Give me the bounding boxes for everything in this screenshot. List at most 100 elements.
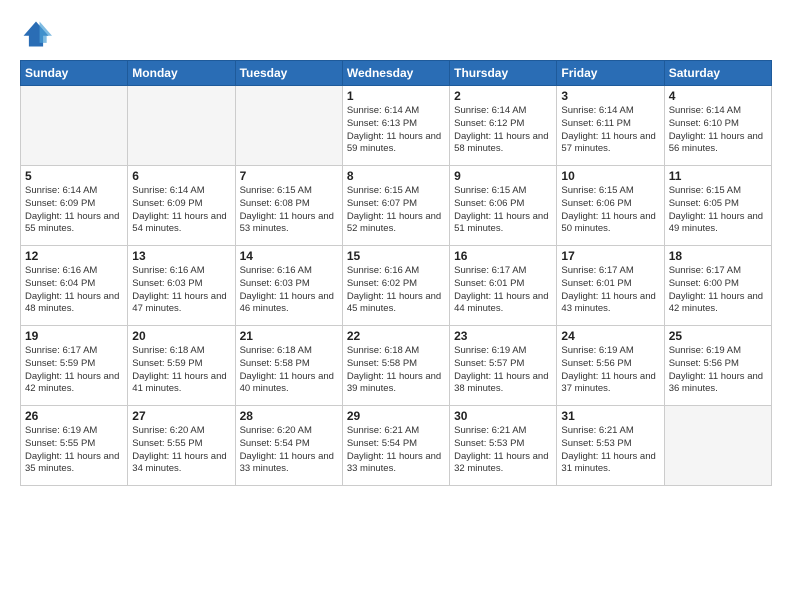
- page: SundayMondayTuesdayWednesdayThursdayFrid…: [0, 0, 792, 612]
- day-number: 16: [454, 249, 552, 263]
- calendar: SundayMondayTuesdayWednesdayThursdayFrid…: [20, 60, 772, 486]
- day-info: Sunrise: 6:14 AMSunset: 6:12 PMDaylight:…: [454, 105, 552, 156]
- day-number: 4: [669, 89, 767, 103]
- empty-cell: [21, 86, 128, 166]
- day-number: 3: [561, 89, 659, 103]
- weekday-header-row: SundayMondayTuesdayWednesdayThursdayFrid…: [21, 61, 772, 86]
- day-number: 14: [240, 249, 338, 263]
- day-number: 2: [454, 89, 552, 103]
- day-cell-20: 20 Sunrise: 6:18 AMSunset: 5:59 PMDayligh…: [128, 326, 235, 406]
- day-info: Sunrise: 6:14 AMSunset: 6:09 PMDaylight:…: [25, 185, 123, 236]
- day-number: 8: [347, 169, 445, 183]
- day-cell-21: 21Sunrise: 6:18 AMSunset: 5:58 PMDayligh…: [235, 326, 342, 406]
- day-info: Sunrise: 6:18 AMSunset: 5:59 PMDaylight:…: [132, 345, 230, 396]
- day-cell-26: 26 Sunrise: 6:19 AMSunset: 5:55 PMDayligh…: [21, 406, 128, 486]
- day-cell-5: 5 Sunrise: 6:14 AMSunset: 6:09 PMDaylight…: [21, 166, 128, 246]
- day-number: 11: [669, 169, 767, 183]
- day-cell-19: 19 Sunrise: 6:17 AMSunset: 5:59 PMDayligh…: [21, 326, 128, 406]
- empty-cell: [128, 86, 235, 166]
- day-info: Sunrise: 6:15 AMSunset: 6:07 PMDaylight:…: [347, 185, 445, 236]
- day-number: 17: [561, 249, 659, 263]
- weekday-header-wednesday: Wednesday: [342, 61, 449, 86]
- day-info: Sunrise: 6:19 AMSunset: 5:56 PMDaylight:…: [669, 345, 767, 396]
- day-info: Sunrise: 6:15 AMSunset: 6:05 PMDaylight:…: [669, 185, 767, 236]
- day-info: Sunrise: 6:20 AMSunset: 5:54 PMDaylight:…: [240, 425, 338, 476]
- day-number: 1: [347, 89, 445, 103]
- day-info: Sunrise: 6:21 AMSunset: 5:53 PMDaylight:…: [561, 425, 659, 476]
- day-info: Sunrise: 6:15 AMSunset: 6:06 PMDaylight:…: [454, 185, 552, 236]
- week-row-3: 12 Sunrise: 6:16 AMSunset: 6:04 PMDayligh…: [21, 246, 772, 326]
- day-number: 5: [25, 169, 123, 183]
- day-number: 27: [132, 409, 230, 423]
- day-cell-31: 31 Sunrise: 6:21 AMSunset: 5:53 PMDayligh…: [557, 406, 664, 486]
- day-info: Sunrise: 6:14 AMSunset: 6:11 PMDaylight:…: [561, 105, 659, 156]
- day-cell-11: 11 Sunrise: 6:15 AMSunset: 6:05 PMDayligh…: [664, 166, 771, 246]
- day-cell-16: 16 Sunrise: 6:17 AMSunset: 6:01 PMDayligh…: [450, 246, 557, 326]
- week-row-5: 26 Sunrise: 6:19 AMSunset: 5:55 PMDayligh…: [21, 406, 772, 486]
- day-cell-15: 15 Sunrise: 6:16 AMSunset: 6:02 PMDayligh…: [342, 246, 449, 326]
- day-cell-30: 30 Sunrise: 6:21 AMSunset: 5:53 PMDayligh…: [450, 406, 557, 486]
- logo: [20, 18, 56, 50]
- day-info: Sunrise: 6:17 AMSunset: 6:01 PMDaylight:…: [561, 265, 659, 316]
- week-row-1: 1 Sunrise: 6:14 AMSunset: 6:13 PMDaylight…: [21, 86, 772, 166]
- day-cell-2: 2 Sunrise: 6:14 AMSunset: 6:12 PMDaylight…: [450, 86, 557, 166]
- day-cell-8: 8 Sunrise: 6:15 AMSunset: 6:07 PMDaylight…: [342, 166, 449, 246]
- weekday-header-sunday: Sunday: [21, 61, 128, 86]
- day-number: 6: [132, 169, 230, 183]
- day-cell-9: 9 Sunrise: 6:15 AMSunset: 6:06 PMDaylight…: [450, 166, 557, 246]
- day-info: Sunrise: 6:20 AMSunset: 5:55 PMDaylight:…: [132, 425, 230, 476]
- day-number: 10: [561, 169, 659, 183]
- day-number: 28: [240, 409, 338, 423]
- day-cell-1: 1 Sunrise: 6:14 AMSunset: 6:13 PMDaylight…: [342, 86, 449, 166]
- day-number: 7: [240, 169, 338, 183]
- week-row-4: 19 Sunrise: 6:17 AMSunset: 5:59 PMDayligh…: [21, 326, 772, 406]
- day-cell-22: 22Sunrise: 6:18 AMSunset: 5:58 PMDayligh…: [342, 326, 449, 406]
- day-cell-17: 17 Sunrise: 6:17 AMSunset: 6:01 PMDayligh…: [557, 246, 664, 326]
- day-number: 26: [25, 409, 123, 423]
- day-number: 24: [561, 329, 659, 343]
- day-cell-14: 14 Sunrise: 6:16 AMSunset: 6:03 PMDayligh…: [235, 246, 342, 326]
- day-cell-29: 29 Sunrise: 6:21 AMSunset: 5:54 PMDayligh…: [342, 406, 449, 486]
- day-info: Sunrise: 6:21 AMSunset: 5:53 PMDaylight:…: [454, 425, 552, 476]
- day-info: Sunrise: 6:16 AMSunset: 6:03 PMDaylight:…: [240, 265, 338, 316]
- day-info: Sunrise: 6:15 AMSunset: 6:06 PMDaylight:…: [561, 185, 659, 236]
- day-number: 20: [132, 329, 230, 343]
- day-number: 12: [25, 249, 123, 263]
- day-info: Sunrise: 6:19 AMSunset: 5:55 PMDaylight:…: [25, 425, 123, 476]
- day-number: 30: [454, 409, 552, 423]
- day-number: 23: [454, 329, 552, 343]
- day-info: Sunrise: 6:17 AMSunset: 6:01 PMDaylight:…: [454, 265, 552, 316]
- day-info: Sunrise: 6:16 AMSunset: 6:04 PMDaylight:…: [25, 265, 123, 316]
- weekday-header-friday: Friday: [557, 61, 664, 86]
- day-number: 19: [25, 329, 123, 343]
- day-info: Sunrise: 6:14 AMSunset: 6:13 PMDaylight:…: [347, 105, 445, 156]
- day-number: 9: [454, 169, 552, 183]
- day-info: Sunrise: 6:21 AMSunset: 5:54 PMDaylight:…: [347, 425, 445, 476]
- empty-cell: [235, 86, 342, 166]
- day-cell-3: 3 Sunrise: 6:14 AMSunset: 6:11 PMDaylight…: [557, 86, 664, 166]
- day-cell-28: 28 Sunrise: 6:20 AMSunset: 5:54 PMDayligh…: [235, 406, 342, 486]
- day-cell-6: 6Sunrise: 6:14 AMSunset: 6:09 PMDaylight…: [128, 166, 235, 246]
- day-number: 22: [347, 329, 445, 343]
- day-cell-12: 12 Sunrise: 6:16 AMSunset: 6:04 PMDayligh…: [21, 246, 128, 326]
- day-number: 25: [669, 329, 767, 343]
- weekday-header-monday: Monday: [128, 61, 235, 86]
- day-number: 15: [347, 249, 445, 263]
- day-cell-13: 13 Sunrise: 6:16 AMSunset: 6:03 PMDayligh…: [128, 246, 235, 326]
- day-info: Sunrise: 6:14 AMSunset: 6:10 PMDaylight:…: [669, 105, 767, 156]
- day-info: Sunrise: 6:17 AMSunset: 6:00 PMDaylight:…: [669, 265, 767, 316]
- weekday-header-thursday: Thursday: [450, 61, 557, 86]
- weekday-header-tuesday: Tuesday: [235, 61, 342, 86]
- day-number: 29: [347, 409, 445, 423]
- day-cell-4: 4 Sunrise: 6:14 AMSunset: 6:10 PMDaylight…: [664, 86, 771, 166]
- day-number: 31: [561, 409, 659, 423]
- weekday-header-saturday: Saturday: [664, 61, 771, 86]
- day-cell-25: 25 Sunrise: 6:19 AMSunset: 5:56 PMDayligh…: [664, 326, 771, 406]
- header: [20, 18, 772, 50]
- day-info: Sunrise: 6:19 AMSunset: 5:57 PMDaylight:…: [454, 345, 552, 396]
- day-cell-18: 18Sunrise: 6:17 AMSunset: 6:00 PMDayligh…: [664, 246, 771, 326]
- day-info: Sunrise: 6:17 AMSunset: 5:59 PMDaylight:…: [25, 345, 123, 396]
- day-info: Sunrise: 6:16 AMSunset: 6:03 PMDaylight:…: [132, 265, 230, 316]
- day-info: Sunrise: 6:16 AMSunset: 6:02 PMDaylight:…: [347, 265, 445, 316]
- day-number: 13: [132, 249, 230, 263]
